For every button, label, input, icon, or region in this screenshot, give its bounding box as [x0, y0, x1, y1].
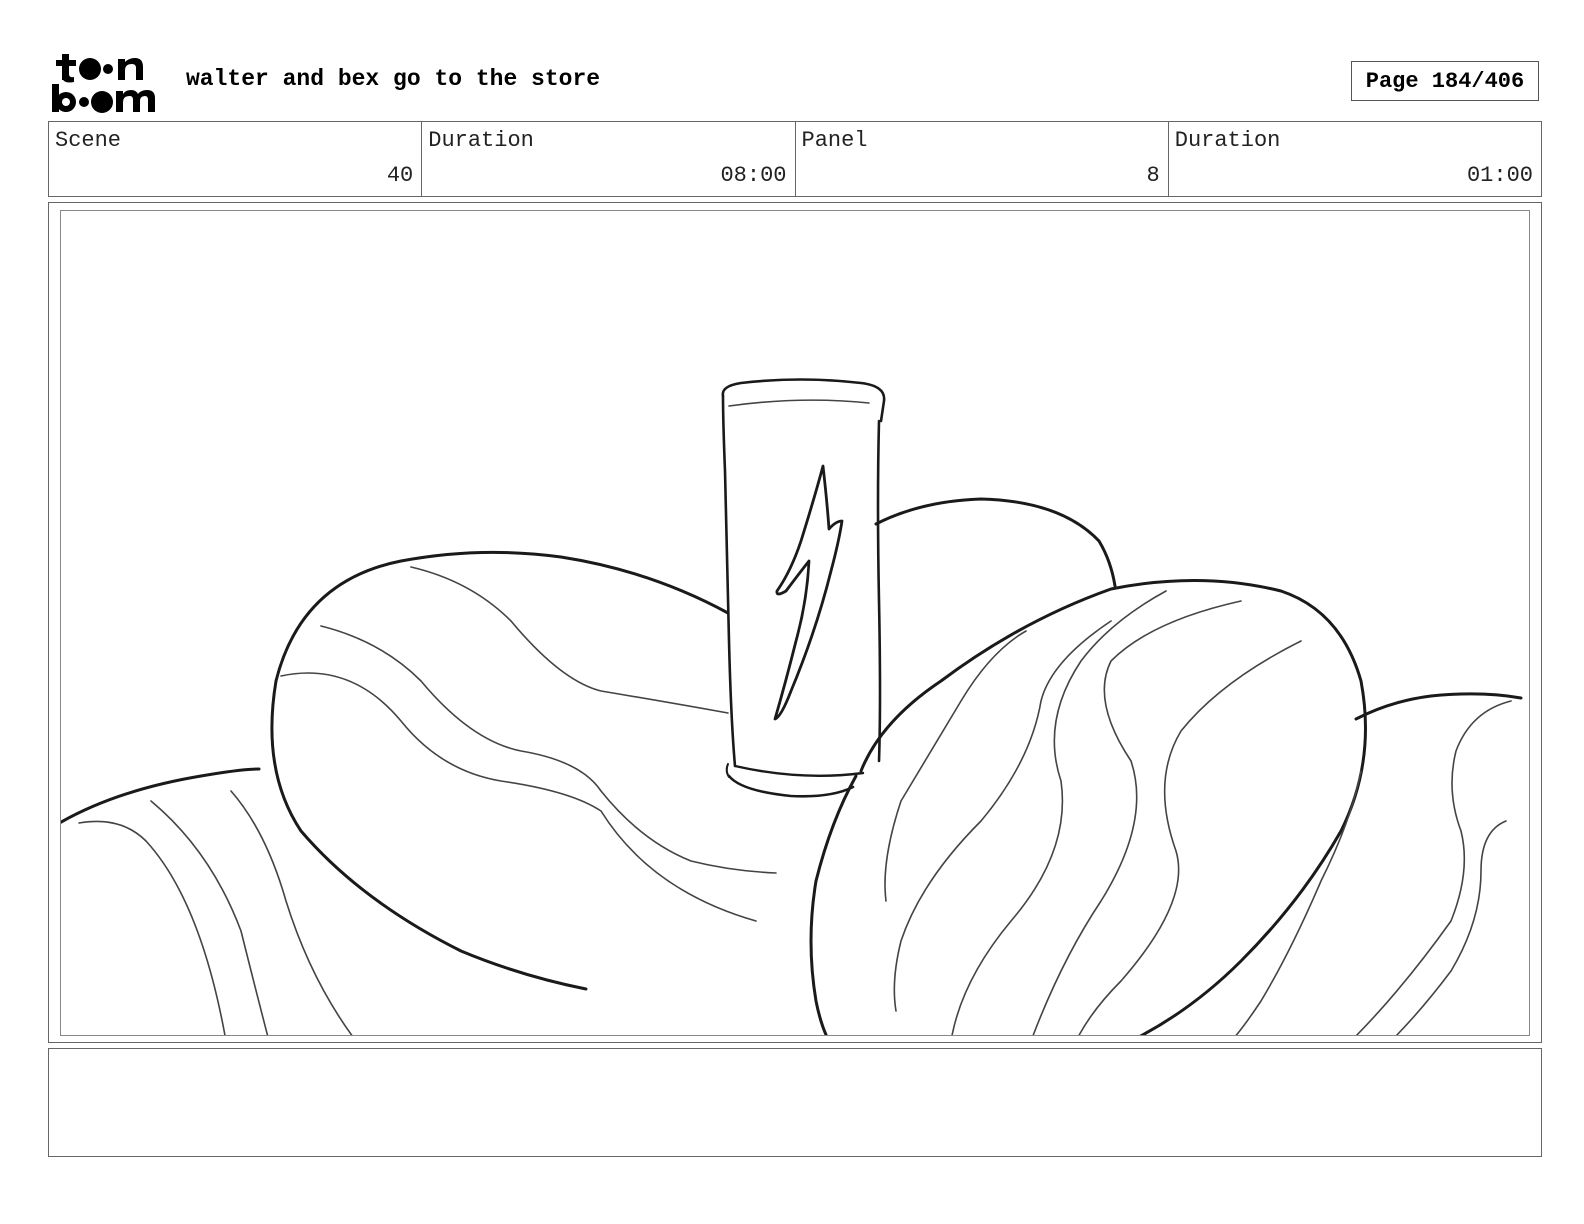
page-number-label: Page 184/406: [1365, 68, 1525, 94]
panel-duration-label: Duration: [1174, 128, 1281, 153]
scene-value: 40: [386, 163, 414, 188]
panel-label: Panel: [801, 128, 868, 153]
scene-label: Scene: [55, 128, 122, 153]
panel-duration-value: 01:00: [1466, 163, 1533, 188]
sketch-drawing: [61, 378, 1523, 1035]
storyboard-panel-image: [60, 210, 1530, 1036]
scene-cell: Scene 40: [49, 122, 423, 196]
toon-boom-logo-icon: [52, 54, 155, 113]
scene-duration-value: 08:00: [720, 163, 787, 188]
panel-cell: Panel 8: [796, 122, 1169, 196]
panel-notes-box: [48, 1048, 1542, 1157]
scene-duration-cell: Duration 08:00: [422, 122, 796, 196]
panel-info-row: Scene 40 Duration 08:00 Panel 8 Duration…: [48, 121, 1542, 197]
panel-value: 8: [1146, 163, 1160, 188]
panel-duration-cell: Duration 01:00: [1169, 122, 1541, 196]
toon-boom-logo: [50, 50, 166, 114]
project-title: walter and bex go to the store: [186, 66, 601, 92]
scene-duration-label: Duration: [428, 128, 534, 153]
page-number-badge: Page 184/406: [1351, 61, 1539, 101]
